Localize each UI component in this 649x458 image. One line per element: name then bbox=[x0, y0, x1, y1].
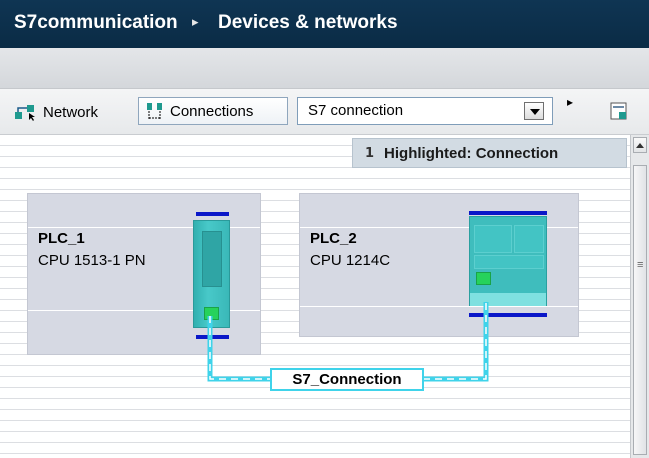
connection-type-value: S7 connection bbox=[308, 102, 404, 119]
module-panel bbox=[474, 225, 512, 253]
bus-rail bbox=[469, 313, 547, 317]
device-view-button[interactable] bbox=[610, 101, 628, 125]
bus-rail bbox=[196, 335, 229, 339]
network-view-button[interactable]: Network bbox=[14, 101, 98, 123]
module-panel bbox=[474, 255, 544, 269]
bus-rail bbox=[469, 211, 547, 215]
network-icon bbox=[15, 105, 35, 121]
breadcrumb-separator-icon: ▸ bbox=[192, 14, 199, 29]
device-name: PLC_1 bbox=[38, 230, 85, 247]
device-cpu-type: CPU 1214C bbox=[310, 252, 391, 269]
chevron-down-icon[interactable] bbox=[524, 102, 544, 120]
connection-type-select[interactable]: S7 connection bbox=[297, 97, 553, 125]
module-slot bbox=[202, 231, 222, 287]
toolbar-overflow-icon[interactable]: ▸ bbox=[567, 95, 573, 109]
network-label: Network bbox=[43, 103, 99, 121]
module-base bbox=[470, 293, 546, 306]
device-view-icon bbox=[610, 102, 627, 120]
profinet-port-plc-2[interactable] bbox=[476, 272, 491, 285]
breadcrumb-page: Devices & networks bbox=[218, 12, 398, 33]
module-panel bbox=[514, 225, 544, 253]
breadcrumb-project[interactable]: S7communication bbox=[14, 12, 178, 34]
editor-header-bar bbox=[0, 48, 649, 89]
grip-icon: ≡ bbox=[637, 259, 644, 271]
connections-button[interactable]: Connections bbox=[138, 97, 288, 125]
bus-rail bbox=[196, 212, 229, 216]
connections-icon bbox=[147, 103, 162, 119]
device-divider bbox=[300, 306, 578, 307]
cpu-module-plc-1[interactable] bbox=[193, 220, 230, 328]
vertical-scrollbar[interactable]: ≡ bbox=[630, 135, 649, 458]
scroll-up-icon[interactable] bbox=[633, 137, 647, 153]
cpu-module-plc-2[interactable] bbox=[469, 216, 547, 306]
profinet-port-plc-1[interactable] bbox=[204, 307, 219, 320]
network-toolbar: Network Connections S7 connection ▸ bbox=[0, 89, 649, 135]
pin-icon[interactable]: 𝟭 bbox=[365, 145, 374, 161]
breadcrumb: S7communication ▸ Devices & networks bbox=[0, 0, 649, 48]
device-cpu-type: CPU 1513-1 PN bbox=[38, 252, 146, 269]
connection-label[interactable]: S7_Connection bbox=[270, 368, 424, 391]
scrollbar-thumb[interactable]: ≡ bbox=[633, 165, 647, 455]
device-name: PLC_2 bbox=[310, 230, 357, 247]
highlighted-connection-panel[interactable]: 𝟭 Highlighted: Connection bbox=[352, 138, 627, 168]
highlighted-label: Highlighted: Connection bbox=[384, 144, 559, 162]
connections-label: Connections bbox=[170, 102, 254, 120]
